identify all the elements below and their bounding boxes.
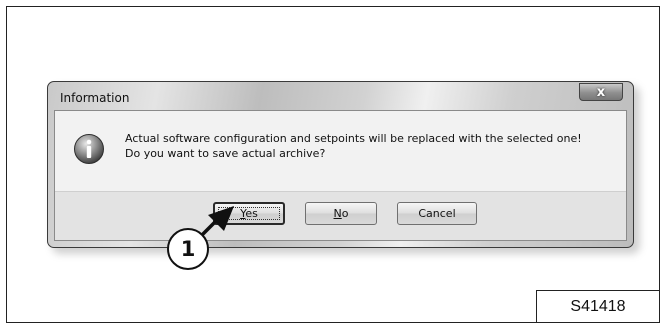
dialog-titlebar[interactable]: Information x	[48, 82, 633, 112]
close-icon: x	[596, 84, 606, 100]
cancel-button-label: Cancel	[418, 207, 456, 220]
dialog-title: Information	[60, 91, 130, 105]
close-button[interactable]: x	[579, 83, 623, 101]
figure-code: S41418	[536, 290, 660, 323]
cancel-button[interactable]: Cancel	[397, 202, 477, 225]
info-icon	[74, 134, 104, 164]
information-dialog: Information x Actual software configurat…	[47, 81, 634, 248]
no-button[interactable]: No	[305, 202, 377, 225]
message-line-2: Do you want to save actual archive?	[125, 147, 326, 160]
dialog-content: Actual software configuration and setpoi…	[54, 110, 627, 241]
no-button-label: No	[333, 207, 349, 220]
dialog-message: Actual software configuration and setpoi…	[125, 131, 620, 161]
callout-number: 1	[167, 228, 209, 270]
message-line-1: Actual software configuration and setpoi…	[125, 132, 582, 145]
